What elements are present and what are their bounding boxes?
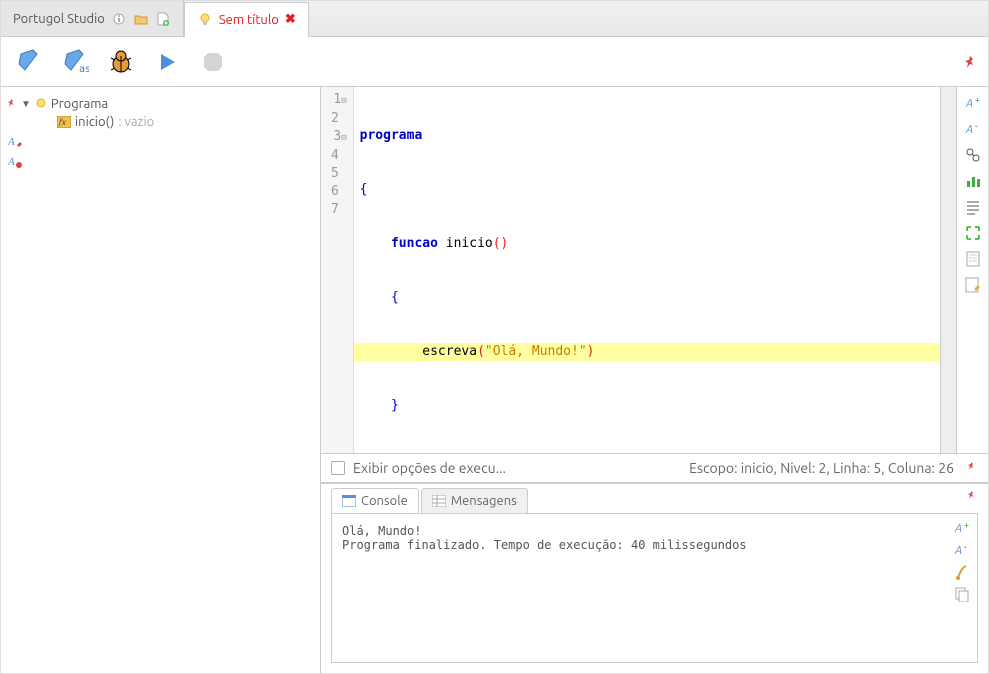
folder-icon[interactable] — [133, 11, 149, 27]
tab-console[interactable]: Console — [331, 488, 419, 513]
pin-small-icon — [5, 98, 17, 110]
tab-studio-label: Portugol Studio — [13, 12, 105, 26]
tab-file-label: Sem título — [219, 13, 279, 27]
svg-text:+: + — [964, 520, 969, 530]
tree-func-label: inicio() — [75, 115, 114, 129]
tab-messages[interactable]: Mensagens — [421, 488, 528, 513]
tree-tool-a2[interactable]: A — [5, 151, 316, 171]
font-inc-icon[interactable]: A+ — [963, 93, 983, 113]
table-icon — [432, 495, 446, 507]
svg-text:A: A — [965, 124, 973, 136]
console-body: Olá, Mundo! Programa finalizado. Tempo d… — [331, 513, 978, 663]
console-panel: Console Mensagens Olá, Mundo! Programa f… — [321, 483, 988, 673]
svg-text:A: A — [954, 545, 962, 557]
svg-text:fx: fx — [58, 118, 66, 127]
console-font-dec-icon[interactable]: A- — [954, 542, 970, 558]
tab-file[interactable]: Sem título ✖ — [184, 2, 309, 37]
code-area[interactable]: programa { funcao inicio() { escreva("Ol… — [354, 87, 940, 453]
tab-studio[interactable]: Portugol Studio — [1, 1, 184, 36]
save-as-button[interactable]: as — [57, 44, 93, 80]
indent-icon[interactable] — [963, 197, 983, 217]
run-button[interactable] — [149, 44, 185, 80]
editor-wrap: 1⊟ 2 3⊟ 4 5 6 7 programa { funcao inicio… — [321, 87, 988, 453]
svg-text:A: A — [965, 98, 973, 110]
exec-options-checkbox[interactable] — [331, 461, 345, 475]
tree-root-row[interactable]: ▼ Programa — [5, 95, 316, 113]
pin-icon[interactable] — [962, 54, 978, 70]
svg-text:A: A — [7, 156, 15, 168]
console-icon — [342, 495, 356, 507]
info-icon — [111, 11, 127, 27]
function-icon: fx — [57, 116, 71, 128]
console-output[interactable]: Olá, Mundo! Programa finalizado. Tempo d… — [332, 514, 947, 662]
editor-column: 1⊟ 2 3⊟ 4 5 6 7 programa { funcao inicio… — [321, 87, 988, 673]
tree-func-row[interactable]: fx inicio() : vazio — [5, 113, 316, 131]
editor-side-toolbar: A+ A- — [956, 87, 988, 453]
page-icon[interactable] — [963, 249, 983, 269]
tab-bar: Portugol Studio Sem título ✖ — [1, 1, 988, 37]
outline-tree: ▼ Programa fx inicio() : vazio A A — [1, 87, 321, 673]
console-header: Console Mensagens — [321, 484, 988, 513]
exec-options-label: Exibir opções de execu... — [353, 460, 506, 476]
console-pin-icon[interactable] — [964, 490, 978, 504]
debug-button[interactable] — [103, 44, 139, 80]
close-icon[interactable]: ✖ — [285, 12, 296, 27]
svg-text:-: - — [975, 121, 978, 131]
font-dec-icon[interactable]: A- — [963, 119, 983, 139]
edit-icon[interactable] — [963, 275, 983, 295]
save-button[interactable] — [11, 44, 47, 80]
clear-icon[interactable] — [954, 564, 970, 580]
copy-icon[interactable] — [954, 586, 970, 602]
bulb-icon — [197, 12, 213, 28]
tree-func-type: : vazio — [118, 115, 154, 129]
svg-text:A: A — [7, 136, 15, 148]
tab-console-label: Console — [361, 494, 408, 508]
tree-program-label: Programa — [51, 97, 108, 111]
chevron-down-icon[interactable]: ▼ — [21, 98, 31, 110]
svg-text:+: + — [975, 95, 980, 105]
pin-status-icon[interactable] — [964, 461, 978, 475]
new-file-icon[interactable] — [155, 11, 171, 27]
console-font-inc-icon[interactable]: A+ — [954, 520, 970, 536]
stop-button[interactable] — [195, 44, 231, 80]
svg-text:as: as — [79, 64, 89, 75]
toolbar: as — [1, 37, 988, 87]
status-bar: Exibir opções de execu... Escopo: inicio… — [321, 453, 988, 483]
tab-messages-label: Mensagens — [451, 494, 517, 508]
line-gutter: 1⊟ 2 3⊟ 4 5 6 7 — [321, 87, 354, 453]
svg-text:-: - — [964, 542, 967, 552]
bulb-small-icon — [35, 98, 47, 110]
expand-icon[interactable] — [963, 223, 983, 243]
find-icon[interactable] — [963, 145, 983, 165]
app-window: Portugol Studio Sem título ✖ as — [0, 0, 989, 674]
cursor-status: Escopo: inicio, Nivel: 2, Linha: 5, Colu… — [689, 460, 954, 476]
main-area: ▼ Programa fx inicio() : vazio A A 1⊟ — [1, 87, 988, 673]
tree-tool-a1[interactable]: A — [5, 131, 316, 151]
code-editor[interactable]: 1⊟ 2 3⊟ 4 5 6 7 programa { funcao inicio… — [321, 87, 940, 453]
vertical-scrollbar[interactable] — [940, 87, 956, 453]
svg-text:A: A — [954, 523, 962, 535]
chart-icon[interactable] — [963, 171, 983, 191]
console-side-icons: A+ A- — [947, 514, 977, 662]
